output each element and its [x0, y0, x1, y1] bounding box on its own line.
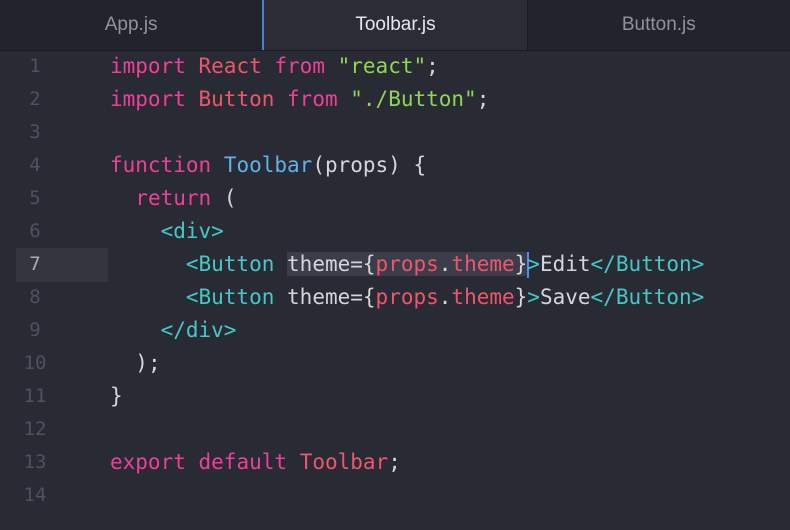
punctuation: } — [514, 285, 528, 309]
code-line-8[interactable]: <Button theme={props.theme}>Save</Button… — [110, 281, 790, 314]
expression: theme — [451, 285, 515, 309]
punctuation: { — [362, 285, 376, 309]
line-number: 5 — [29, 187, 41, 209]
keyword: function — [110, 153, 212, 177]
line-number: 13 — [23, 451, 47, 473]
line-number: 14 — [23, 484, 47, 506]
tab-toolbar-js[interactable]: Toolbar.js — [262, 0, 528, 50]
line-number: 8 — [29, 286, 41, 308]
jsx-tag: <Button — [185, 252, 275, 276]
punctuation: ); — [135, 351, 161, 375]
line-number: 11 — [23, 385, 47, 407]
keyword: from — [274, 54, 325, 78]
identifier: React — [198, 54, 262, 78]
line-number: 9 — [29, 319, 41, 341]
code-line-13[interactable]: export default Toolbar; — [110, 446, 790, 479]
code-line-5[interactable]: return ( — [110, 182, 790, 215]
jsx-tag: > — [527, 252, 540, 276]
punctuation: . — [438, 252, 452, 276]
punctuation: . — [438, 285, 452, 309]
keyword: export — [110, 450, 186, 474]
jsx-tag: </Button> — [590, 285, 705, 309]
text-selection: theme={props.theme} — [287, 252, 528, 276]
tab-bar: App.js Toolbar.js Button.js — [0, 0, 790, 51]
code-line-11[interactable]: } — [110, 380, 790, 413]
keyword: return — [135, 186, 212, 210]
punctuation: } — [110, 384, 123, 408]
keyword: default — [198, 450, 288, 474]
code-line-2[interactable]: import Button from "./Button"; — [110, 83, 790, 116]
code-line-12[interactable] — [110, 413, 790, 446]
code-line-7[interactable]: <Button theme={props.theme}>Edit</Button… — [110, 248, 790, 281]
code-line-1[interactable]: import React from "react"; — [110, 50, 790, 83]
line-number-current: 7 — [29, 253, 41, 275]
code-line-14[interactable] — [110, 479, 790, 512]
punctuation: { — [362, 252, 376, 276]
line-number: 4 — [29, 154, 41, 176]
jsx-attribute: theme= — [287, 252, 363, 276]
string-literal: "react" — [337, 54, 427, 78]
punctuation: ( — [223, 186, 237, 210]
keyword: import — [110, 54, 186, 78]
code-line-3[interactable] — [110, 116, 790, 149]
jsx-text: Edit — [539, 252, 591, 276]
line-number: 2 — [29, 88, 41, 110]
tab-app-js[interactable]: App.js — [0, 0, 263, 50]
line-number: 10 — [23, 352, 47, 374]
keyword: import — [110, 87, 186, 111]
line-number: 1 — [29, 55, 41, 77]
line-number-gutter: 1 2 3 4 5 6 7 8 9 10 11 12 13 14 — [0, 50, 70, 512]
code-area[interactable]: import React from "react"; import Button… — [110, 50, 790, 512]
jsx-text: Save — [539, 285, 591, 309]
punctuation: } — [514, 252, 528, 276]
jsx-tag: </Button> — [590, 252, 705, 276]
string-literal: "./Button" — [350, 87, 477, 111]
identifier: Button — [198, 87, 275, 111]
jsx-attribute: theme= — [287, 285, 363, 309]
expression: theme — [451, 252, 515, 276]
line-number: 3 — [29, 121, 41, 143]
code-line-9[interactable]: </div> — [110, 314, 790, 347]
keyword: from — [287, 87, 338, 111]
identifier: Toolbar — [299, 450, 389, 474]
code-line-4[interactable]: function Toolbar(props) { — [110, 149, 790, 182]
punctuation: ; — [426, 54, 439, 78]
expression: props — [375, 285, 439, 309]
line-number: 6 — [29, 220, 41, 242]
tab-button-js[interactable]: Button.js — [527, 0, 790, 50]
jsx-tag: <Button — [185, 285, 275, 309]
code-line-6[interactable]: <div> — [110, 215, 790, 248]
jsx-tag: > — [527, 285, 540, 309]
code-editor: App.js Toolbar.js Button.js 1 2 3 4 5 6 … — [0, 0, 790, 530]
line-number: 12 — [23, 418, 47, 440]
function-name: Toolbar — [223, 153, 313, 177]
punctuation: ; — [476, 87, 490, 111]
punctuation: ; — [388, 450, 401, 474]
expression: props — [375, 252, 439, 276]
code-line-10[interactable]: ); — [110, 347, 790, 380]
jsx-tag: </div> — [160, 318, 237, 342]
parameters: (props) { — [312, 153, 427, 177]
jsx-tag: <div> — [160, 219, 224, 243]
